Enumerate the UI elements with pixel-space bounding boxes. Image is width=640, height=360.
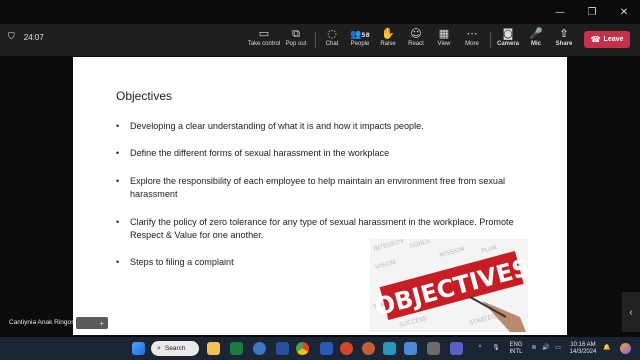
file-explorer-icon[interactable] <box>207 342 220 355</box>
start-icon[interactable] <box>132 342 145 355</box>
people-count: 58 <box>361 32 370 39</box>
chevron-left-icon: ‹ <box>629 306 633 318</box>
mic-icon: 🎤 <box>529 27 543 40</box>
list-item: Define the different forms of sexual har… <box>116 147 536 160</box>
people-icon: 👥 <box>350 30 362 40</box>
leave-button[interactable]: ☎ Leave <box>584 31 630 48</box>
shield-icon: ⛉ <box>8 32 15 42</box>
language-indicator[interactable]: ENG INTL <box>506 337 526 360</box>
battery-icon[interactable]: ▭ <box>553 337 563 360</box>
clock[interactable]: 10:16 AM 14/3/2024 <box>566 337 600 360</box>
minimize-button[interactable]: — <box>544 0 576 24</box>
svg-text:INTEGRITY: INTEGRITY <box>373 239 406 253</box>
chrome-icon[interactable] <box>296 342 309 355</box>
wifi-icon[interactable]: ≋ <box>529 337 539 360</box>
close-button[interactable]: ✕ <box>608 0 640 24</box>
svg-text:MISSION: MISSION <box>439 246 465 259</box>
security-icon[interactable] <box>404 342 417 355</box>
pop-out-button[interactable]: ⧉ Pop out <box>279 27 313 47</box>
window-controls: — ❐ ✕ <box>544 0 640 24</box>
objectives-illustration: INTEGRITY GOALS MISSION VISION PLAN TARG… <box>370 239 528 332</box>
chevron-up-icon[interactable]: ^ <box>475 337 485 360</box>
more-button[interactable]: ⋯ More <box>455 27 489 47</box>
view-icon: ▦ <box>438 27 450 40</box>
app-icon[interactable] <box>383 342 396 355</box>
meeting-timer: 24:07 <box>23 32 44 42</box>
app-icon[interactable] <box>253 342 266 355</box>
share-icon: ⇧ <box>559 27 569 40</box>
participant-name: Cantiynia Anak Ringos <box>9 319 75 326</box>
search-icon: ⌕ <box>157 344 161 352</box>
take-control-icon: ▭ <box>258 27 270 40</box>
app-icon[interactable] <box>276 342 289 355</box>
plus-icon: + <box>99 318 104 328</box>
notification-icon[interactable]: 🔔 <box>602 337 612 360</box>
svg-text:SUCCESS: SUCCESS <box>399 315 428 329</box>
mic-tray-icon[interactable]: 🎙 <box>490 337 502 360</box>
take-control-button[interactable]: ▭ Take control <box>247 27 281 47</box>
list-item: Explore the responsibility of each emplo… <box>116 175 536 201</box>
phone-hangup-icon: ☎ <box>590 35 601 44</box>
slide-title: Objectives <box>116 89 173 103</box>
expand-participants-button[interactable]: + <box>76 317 108 329</box>
react-icon: ☺ <box>410 27 422 40</box>
svg-text:GOALS: GOALS <box>409 239 431 250</box>
maximize-button[interactable]: ❐ <box>576 0 608 24</box>
share-button[interactable]: ⇧ Share <box>547 27 581 47</box>
raise-hand-icon: ✋ <box>381 27 395 40</box>
collapse-panel-button[interactable]: ‹ <box>622 292 640 332</box>
volume-icon[interactable]: 🔊 <box>541 337 551 360</box>
camera-icon: ◙ <box>502 27 514 40</box>
pop-out-icon: ⧉ <box>292 27 300 40</box>
taskbar-search[interactable]: ⌕ Search <box>151 341 199 356</box>
svg-text:VISION: VISION <box>375 259 397 271</box>
shared-slide: Objectives Developing a clear understand… <box>73 57 567 335</box>
teams-icon[interactable] <box>450 342 463 355</box>
app-icon[interactable] <box>427 342 440 355</box>
svg-text:PLAN: PLAN <box>481 244 498 255</box>
taskbar: ⌕ Search ^ 🎙 ENG INTL ≋ 🔊 ▭ 10:16 AM 14/… <box>0 337 640 360</box>
chat-icon: ◌ <box>327 27 337 40</box>
more-icon: ⋯ <box>466 27 478 40</box>
word-icon[interactable] <box>320 342 333 355</box>
list-item: Developing a clear understanding of what… <box>116 120 536 133</box>
meeting-toolbar: ⛉ 24:07 ▭ Take control ⧉ Pop out ◌ Chat … <box>0 24 640 56</box>
app-icon[interactable] <box>362 342 375 355</box>
powerpoint-icon[interactable] <box>340 342 353 355</box>
excel-icon[interactable] <box>230 342 243 355</box>
copilot-icon[interactable] <box>618 337 632 360</box>
